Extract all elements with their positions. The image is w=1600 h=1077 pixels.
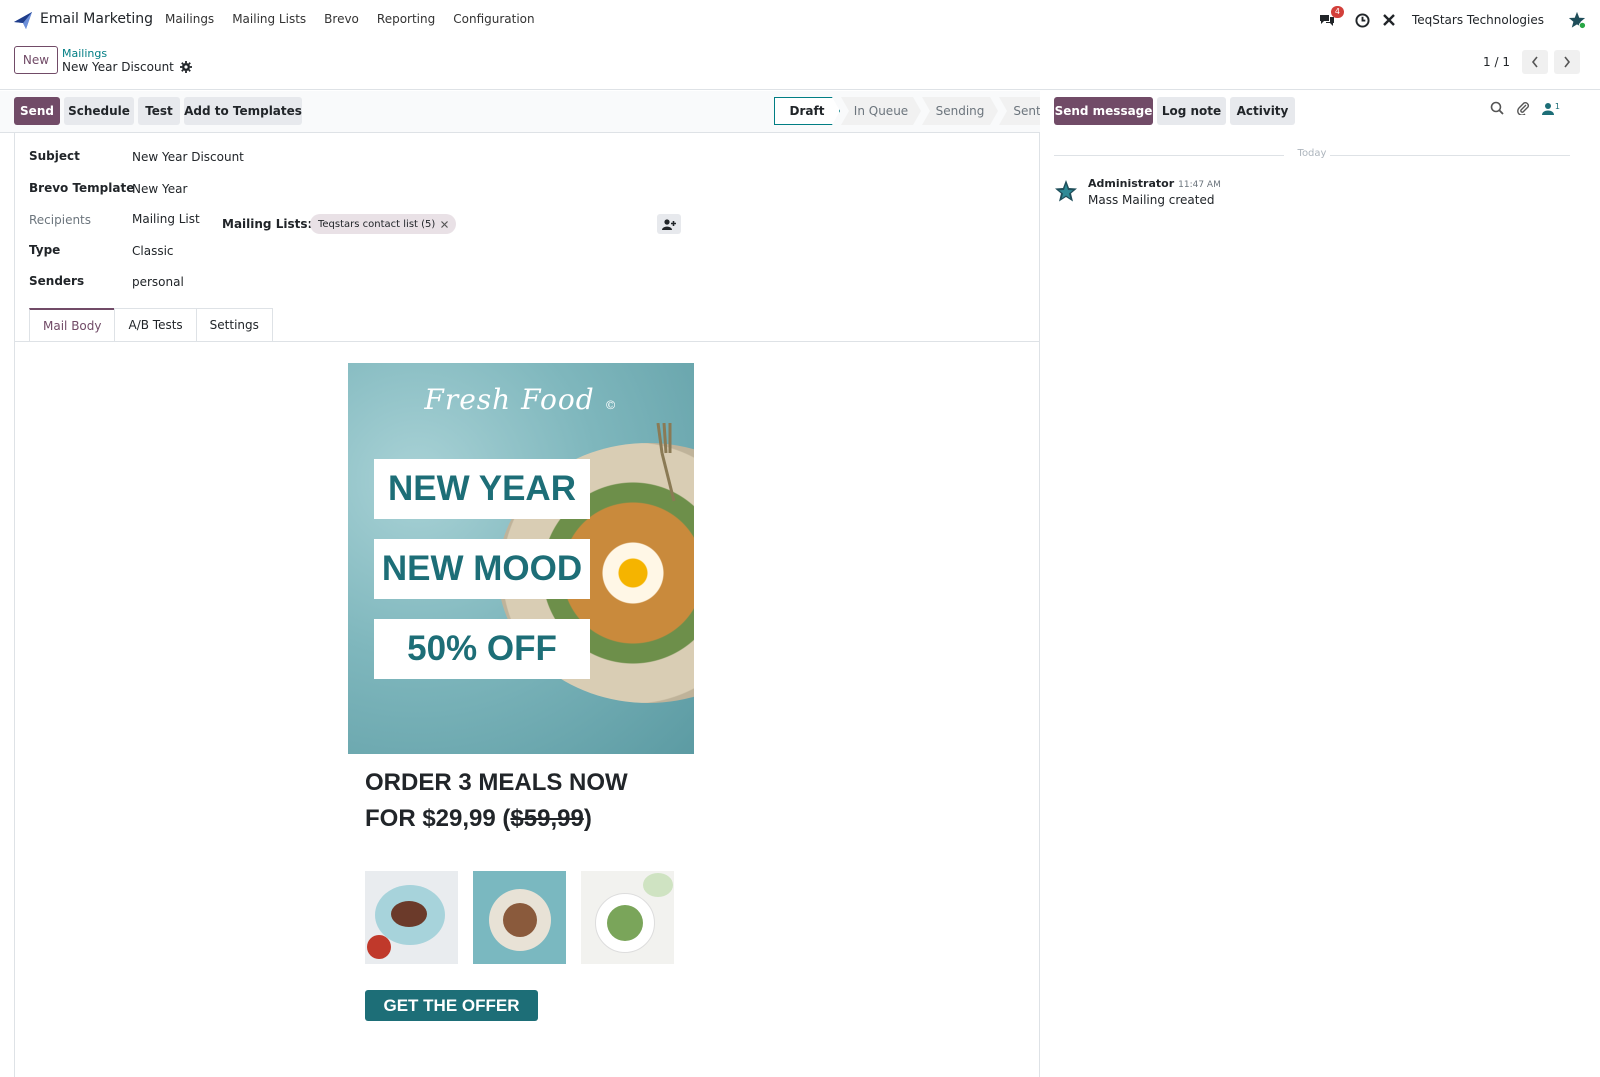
stage-sending[interactable]: Sending (922, 97, 998, 125)
main-menu: Mailings Mailing Lists Brevo Reporting C… (165, 12, 553, 26)
add-to-templates-button[interactable]: Add to Templates (184, 97, 302, 125)
chevron-right-icon (1564, 56, 1571, 68)
chatter-toolbar-icons: 1 (1490, 101, 1560, 115)
log-note-button[interactable]: Log note (1157, 97, 1226, 125)
close-icon[interactable] (441, 220, 449, 228)
mailing-list-tag[interactable]: Teqstars contact list (5) (310, 214, 457, 234)
control-panel: New Mailings New Year Discount 1 / 1 (0, 40, 1600, 90)
stage-in-queue[interactable]: In Queue (841, 97, 921, 125)
debug-tools-icon[interactable] (1380, 11, 1398, 29)
new-button[interactable]: New (14, 46, 58, 74)
tab-ab-tests[interactable]: A/B Tests (114, 308, 197, 341)
pager: 1 / 1 (1483, 50, 1580, 74)
message-author-name[interactable]: Administrator (1088, 177, 1174, 190)
brand-mark: © (604, 398, 618, 412)
user-avatar-icon[interactable] (1568, 11, 1586, 29)
top-navbar: Email Marketing Mailings Mailing Lists B… (0, 0, 1600, 40)
offer-line-1: ORDER 3 MEALS NOW (365, 769, 628, 796)
headline-new-year: NEW YEAR (374, 459, 590, 519)
type-field[interactable]: Classic (132, 244, 174, 258)
schedule-button[interactable]: Schedule (64, 97, 134, 125)
menu-configuration[interactable]: Configuration (453, 12, 534, 26)
date-separator-label: Today (1297, 148, 1327, 159)
subject-field[interactable]: New Year Discount (132, 150, 244, 164)
get-offer-button[interactable]: GET THE OFFER (365, 990, 538, 1021)
headline-new-mood: NEW MOOD (374, 539, 590, 599)
senders-field[interactable]: personal (132, 275, 184, 289)
stage-draft[interactable]: Draft (774, 97, 840, 125)
breadcrumb-current: New Year Discount (62, 60, 192, 74)
offer-line-2: FOR $29,99 ($59,99) (365, 801, 628, 837)
message-body: Mass Mailing created (1088, 193, 1215, 207)
stage-pipeline: Draft In Queue Sending Sent (774, 97, 1056, 125)
date-separator: Today (1054, 148, 1570, 162)
activity-clock-icon[interactable] (1354, 11, 1372, 29)
meal-tomato-1 (367, 935, 391, 959)
brevo-template-field[interactable]: New Year (132, 182, 187, 196)
form-sheet: Subject New Year Discount Brevo Template… (14, 133, 1040, 1077)
search-icon[interactable] (1490, 101, 1504, 115)
tab-mail-body[interactable]: Mail Body (29, 308, 116, 341)
brevo-template-label: Brevo Template (29, 181, 135, 195)
user-icon (1541, 102, 1554, 115)
user-plus-icon (662, 218, 676, 230)
notebook-tabs: Mail Body A/B Tests Settings (29, 308, 273, 341)
offer-price-prefix: FOR $29,99 ( (365, 805, 511, 832)
messages-badge: 4 (1330, 6, 1344, 18)
subject-label: Subject (29, 149, 80, 163)
add-contact-button[interactable] (657, 214, 681, 234)
tabs-divider (15, 341, 1039, 342)
email-hero-image[interactable]: Fresh Food © NEW YEAR NEW MOOD 50% OFF (348, 363, 694, 754)
meal-image-1[interactable] (365, 871, 458, 964)
menu-mailings[interactable]: Mailings (165, 12, 214, 26)
administrator-avatar-icon[interactable] (1054, 179, 1078, 203)
send-button[interactable]: Send (14, 97, 60, 125)
mailing-list-tag-label: Teqstars contact list (5) (318, 218, 436, 230)
email-marketing-logo-icon[interactable] (13, 10, 33, 30)
systray: 4 TeqStars Technologies (1310, 6, 1586, 32)
brand-title: Fresh Food © (348, 383, 694, 416)
pager-value[interactable]: 1 / 1 (1483, 55, 1510, 69)
chevron-left-icon (1531, 56, 1538, 68)
pager-previous-button[interactable] (1522, 50, 1548, 74)
activity-button[interactable]: Activity (1230, 97, 1295, 125)
menu-mailing-lists[interactable]: Mailing Lists (232, 12, 306, 26)
chatter-panel: Send message Log note Activity 1 Today A… (1040, 91, 1600, 1077)
meal-food-3 (607, 905, 643, 941)
followers-button[interactable]: 1 (1541, 101, 1560, 115)
message-author[interactable]: Administrator 11:47 AM (1088, 177, 1221, 190)
recipients-label: Recipients (29, 213, 92, 227)
pager-next-button[interactable] (1554, 50, 1580, 74)
menu-reporting[interactable]: Reporting (377, 12, 435, 26)
headline-discount: 50% OFF (374, 619, 590, 679)
type-label: Type (29, 243, 61, 257)
gear-icon[interactable] (179, 61, 192, 73)
offer-old-price: $59,99 (510, 805, 584, 832)
test-button[interactable]: Test (138, 97, 180, 125)
company-switcher[interactable]: TeqStars Technologies (1412, 13, 1544, 27)
messages-icon[interactable]: 4 (1318, 6, 1344, 29)
message-time: 11:47 AM (1178, 180, 1221, 190)
mailing-lists-label: Mailing Lists: (222, 217, 313, 231)
breadcrumb-mailings[interactable]: Mailings (62, 47, 107, 60)
meal-side-3 (643, 873, 673, 897)
followers-count: 1 (1554, 101, 1560, 111)
offer-text: ORDER 3 MEALS NOW FOR $29,99 ($59,99) (365, 765, 628, 837)
meal-food-2 (503, 903, 537, 937)
menu-brevo[interactable]: Brevo (324, 12, 359, 26)
fork-icon (656, 423, 676, 502)
record-name: New Year Discount (62, 60, 174, 74)
paperclip-icon[interactable] (1516, 101, 1530, 115)
form-statusbar: Send Schedule Test Add to Templates Draf… (0, 91, 1040, 133)
recipients-field[interactable]: Mailing List (132, 212, 200, 226)
app-name[interactable]: Email Marketing (40, 11, 153, 27)
meal-image-2[interactable] (473, 871, 566, 964)
tab-settings[interactable]: Settings (195, 308, 273, 341)
meal-food-1 (391, 901, 427, 927)
senders-label: Senders (29, 274, 85, 288)
meal-image-3[interactable] (581, 871, 674, 964)
brand-name: Fresh Food (424, 383, 595, 416)
send-message-button[interactable]: Send message (1054, 97, 1153, 125)
offer-price-suffix: ) (583, 805, 592, 832)
